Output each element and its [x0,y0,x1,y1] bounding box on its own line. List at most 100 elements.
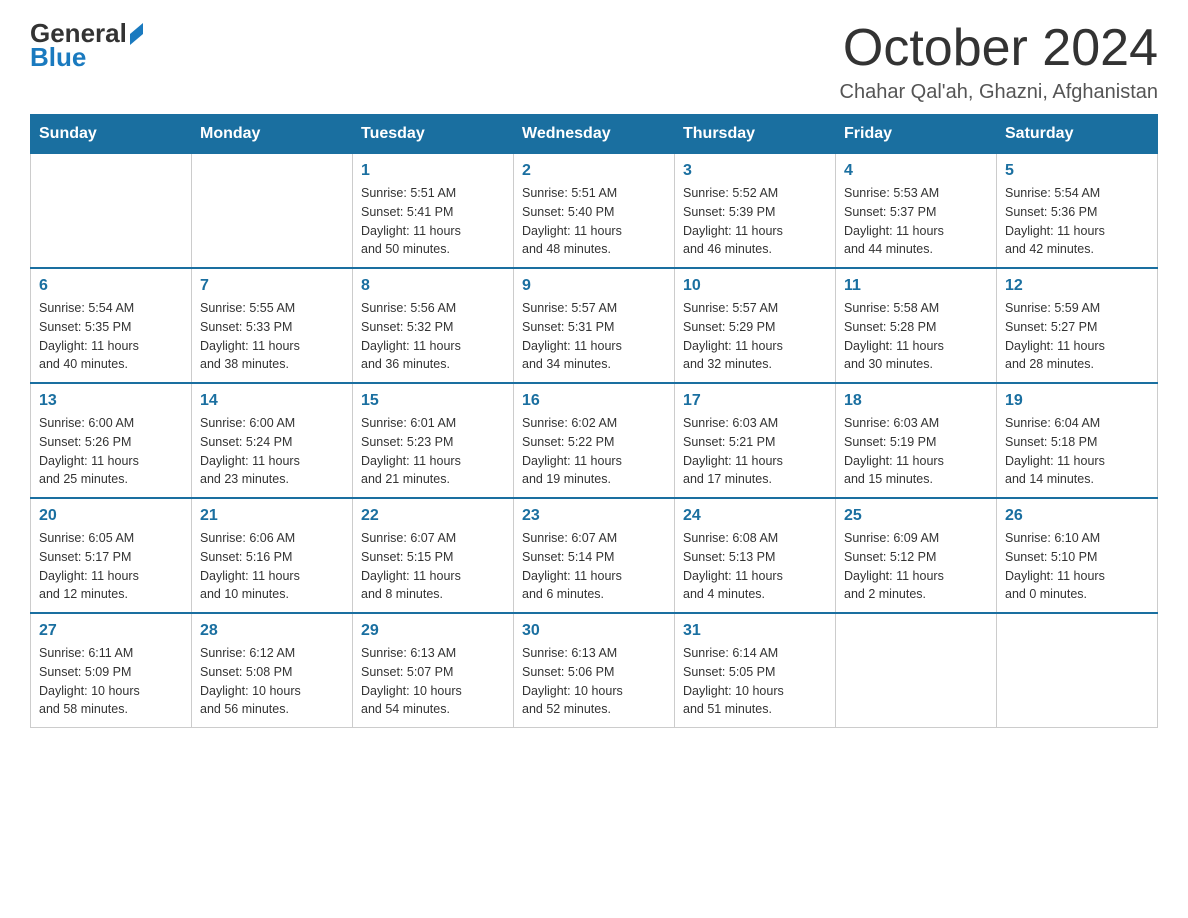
day-info: Sunrise: 6:08 AM Sunset: 5:13 PM Dayligh… [683,529,827,604]
calendar-cell [192,154,353,269]
day-number: 8 [361,277,505,295]
day-number: 24 [683,507,827,525]
calendar-cell: 29Sunrise: 6:13 AM Sunset: 5:07 PM Dayli… [353,613,514,728]
day-info: Sunrise: 6:14 AM Sunset: 5:05 PM Dayligh… [683,644,827,719]
day-number: 27 [39,622,183,640]
calendar-cell: 20 Sunrise: 6:05 AM Sunset: 5:17 PM Dayli… [31,498,192,613]
day-number: 14 [200,392,344,410]
calendar-table: SundayMondayTuesdayWednesdayThursdayFrid… [30,114,1158,728]
calendar-cell: 28 Sunrise: 6:12 AM Sunset: 5:08 PM Dayli… [192,613,353,728]
day-number: 7 [200,277,344,295]
calendar-cell: 8 Sunrise: 5:56 AM Sunset: 5:32 PM Daylig… [353,268,514,383]
day-info: Sunrise: 6:03 AM Sunset: 5:21 PM Dayligh… [683,414,827,489]
day-number: 16 [522,392,666,410]
day-number: 6 [39,277,183,295]
calendar-cell: 19Sunrise: 6:04 AM Sunset: 5:18 PM Dayli… [997,383,1158,498]
calendar-cell: 22 Sunrise: 6:07 AM Sunset: 5:15 PM Dayli… [353,498,514,613]
day-info: Sunrise: 5:55 AM Sunset: 5:33 PM Dayligh… [200,299,344,374]
day-info: Sunrise: 5:51 AM Sunset: 5:41 PM Dayligh… [361,184,505,259]
calendar-cell: 26Sunrise: 6:10 AM Sunset: 5:10 PM Dayli… [997,498,1158,613]
week-row-5: 27 Sunrise: 6:11 AM Sunset: 5:09 PM Dayli… [31,613,1158,728]
calendar-cell: 13Sunrise: 6:00 AM Sunset: 5:26 PM Dayli… [31,383,192,498]
day-info: Sunrise: 5:58 AM Sunset: 5:28 PM Dayligh… [844,299,988,374]
day-number: 11 [844,277,988,295]
day-number: 22 [361,507,505,525]
title-section: October 2024 Chahar Qal'ah, Ghazni, Afgh… [840,20,1158,104]
calendar-cell [997,613,1158,728]
day-info: Sunrise: 6:05 AM Sunset: 5:17 PM Dayligh… [39,529,183,604]
calendar-cell: 18Sunrise: 6:03 AM Sunset: 5:19 PM Dayli… [836,383,997,498]
day-number: 3 [683,162,827,180]
calendar-cell: 21Sunrise: 6:06 AM Sunset: 5:16 PM Dayli… [192,498,353,613]
calendar-cell: 31 Sunrise: 6:14 AM Sunset: 5:05 PM Dayli… [675,613,836,728]
calendar-cell: 15 Sunrise: 6:01 AM Sunset: 5:23 PM Dayli… [353,383,514,498]
calendar-cell: 30Sunrise: 6:13 AM Sunset: 5:06 PM Dayli… [514,613,675,728]
weekday-header-row: SundayMondayTuesdayWednesdayThursdayFrid… [31,115,1158,154]
calendar-cell: 25 Sunrise: 6:09 AM Sunset: 5:12 PM Dayli… [836,498,997,613]
day-number: 25 [844,507,988,525]
calendar-cell: 9 Sunrise: 5:57 AM Sunset: 5:31 PM Daylig… [514,268,675,383]
logo: General Blue [30,20,143,70]
calendar-cell: 1 Sunrise: 5:51 AM Sunset: 5:41 PM Daylig… [353,154,514,269]
day-number: 18 [844,392,988,410]
day-info: Sunrise: 6:07 AM Sunset: 5:14 PM Dayligh… [522,529,666,604]
day-number: 23 [522,507,666,525]
week-row-3: 13Sunrise: 6:00 AM Sunset: 5:26 PM Dayli… [31,383,1158,498]
calendar-cell: 12Sunrise: 5:59 AM Sunset: 5:27 PM Dayli… [997,268,1158,383]
day-info: Sunrise: 5:52 AM Sunset: 5:39 PM Dayligh… [683,184,827,259]
day-number: 15 [361,392,505,410]
calendar-cell: 24 Sunrise: 6:08 AM Sunset: 5:13 PM Dayli… [675,498,836,613]
week-row-1: 1 Sunrise: 5:51 AM Sunset: 5:41 PM Daylig… [31,154,1158,269]
day-number: 31 [683,622,827,640]
day-info: Sunrise: 6:07 AM Sunset: 5:15 PM Dayligh… [361,529,505,604]
calendar-cell [31,154,192,269]
day-number: 20 [39,507,183,525]
day-info: Sunrise: 5:53 AM Sunset: 5:37 PM Dayligh… [844,184,988,259]
day-number: 19 [1005,392,1149,410]
calendar-cell: 14 Sunrise: 6:00 AM Sunset: 5:24 PM Dayli… [192,383,353,498]
page-header: General Blue October 2024 Chahar Qal'ah,… [30,20,1158,104]
weekday-header-sunday: Sunday [31,115,192,154]
month-title: October 2024 [840,20,1158,77]
day-info: Sunrise: 6:11 AM Sunset: 5:09 PM Dayligh… [39,644,183,719]
day-info: Sunrise: 6:02 AM Sunset: 5:22 PM Dayligh… [522,414,666,489]
logo-blue-text: Blue [30,42,86,72]
day-info: Sunrise: 6:09 AM Sunset: 5:12 PM Dayligh… [844,529,988,604]
day-number: 2 [522,162,666,180]
day-info: Sunrise: 6:00 AM Sunset: 5:24 PM Dayligh… [200,414,344,489]
calendar-cell [836,613,997,728]
day-info: Sunrise: 6:00 AM Sunset: 5:26 PM Dayligh… [39,414,183,489]
day-info: Sunrise: 5:54 AM Sunset: 5:35 PM Dayligh… [39,299,183,374]
location-text: Chahar Qal'ah, Ghazni, Afghanistan [840,81,1158,104]
day-number: 4 [844,162,988,180]
day-number: 10 [683,277,827,295]
calendar-cell: 5Sunrise: 5:54 AM Sunset: 5:36 PM Daylig… [997,154,1158,269]
calendar-cell: 11 Sunrise: 5:58 AM Sunset: 5:28 PM Dayli… [836,268,997,383]
day-info: Sunrise: 5:57 AM Sunset: 5:29 PM Dayligh… [683,299,827,374]
day-info: Sunrise: 5:59 AM Sunset: 5:27 PM Dayligh… [1005,299,1149,374]
day-number: 29 [361,622,505,640]
weekday-header-wednesday: Wednesday [514,115,675,154]
weekday-header-tuesday: Tuesday [353,115,514,154]
weekday-header-thursday: Thursday [675,115,836,154]
week-row-4: 20 Sunrise: 6:05 AM Sunset: 5:17 PM Dayli… [31,498,1158,613]
day-number: 1 [361,162,505,180]
calendar-cell: 6 Sunrise: 5:54 AM Sunset: 5:35 PM Daylig… [31,268,192,383]
day-info: Sunrise: 6:01 AM Sunset: 5:23 PM Dayligh… [361,414,505,489]
day-info: Sunrise: 5:56 AM Sunset: 5:32 PM Dayligh… [361,299,505,374]
day-number: 26 [1005,507,1149,525]
day-number: 21 [200,507,344,525]
weekday-header-friday: Friday [836,115,997,154]
calendar-cell: 23 Sunrise: 6:07 AM Sunset: 5:14 PM Dayli… [514,498,675,613]
day-info: Sunrise: 5:54 AM Sunset: 5:36 PM Dayligh… [1005,184,1149,259]
day-info: Sunrise: 5:51 AM Sunset: 5:40 PM Dayligh… [522,184,666,259]
day-info: Sunrise: 5:57 AM Sunset: 5:31 PM Dayligh… [522,299,666,374]
calendar-cell: 4 Sunrise: 5:53 AM Sunset: 5:37 PM Daylig… [836,154,997,269]
weekday-header-saturday: Saturday [997,115,1158,154]
calendar-cell: 27 Sunrise: 6:11 AM Sunset: 5:09 PM Dayli… [31,613,192,728]
day-number: 30 [522,622,666,640]
calendar-cell: 10 Sunrise: 5:57 AM Sunset: 5:29 PM Dayli… [675,268,836,383]
day-number: 9 [522,277,666,295]
day-number: 28 [200,622,344,640]
day-info: Sunrise: 6:12 AM Sunset: 5:08 PM Dayligh… [200,644,344,719]
